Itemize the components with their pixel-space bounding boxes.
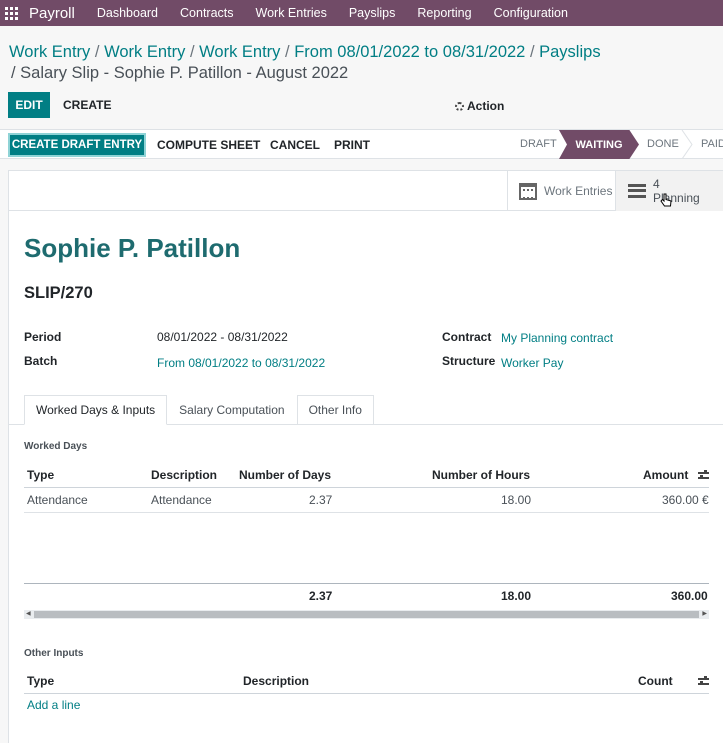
compute-sheet-button[interactable]: COMPUTE SHEET — [157, 138, 260, 152]
add-line-link[interactable]: Add a line — [27, 698, 80, 712]
cell-days: 2.37 — [309, 493, 333, 507]
tab-salary-computation[interactable]: Salary Computation — [167, 395, 296, 425]
column-header[interactable]: Description — [151, 468, 217, 482]
breadcrumb-item[interactable]: Payslips — [539, 43, 600, 61]
tab-worked-days-inputs[interactable]: Worked Days & Inputs — [24, 395, 168, 425]
employee-name: Sophie P. Patillon — [24, 233, 241, 263]
action-label: Action — [467, 99, 505, 113]
worked-days-title: Worked Days — [24, 441, 88, 452]
breadcrumb-item[interactable]: Work Entry — [104, 43, 185, 61]
cancel-button[interactable]: CANCEL — [270, 138, 320, 152]
column-header[interactable]: Count — [638, 674, 673, 688]
cell-type: Attendance — [27, 493, 88, 507]
total-hours: 18.00 — [501, 589, 532, 603]
column-header[interactable]: Number of Hours — [432, 468, 530, 482]
hand-cursor-icon — [660, 193, 672, 207]
scroll-left-icon[interactable]: ◀ — [26, 610, 31, 619]
breadcrumb-item[interactable]: Work Entry — [199, 43, 280, 61]
structure-label: Structure — [442, 354, 496, 368]
tab-other-info[interactable]: Other Info — [296, 395, 374, 425]
print-button[interactable]: PRINT — [334, 138, 370, 152]
nav-contracts[interactable]: Contracts — [180, 6, 234, 20]
stage-waiting[interactable]: WAITING — [559, 130, 639, 159]
breadcrumb: Work Entry / Work Entry / Work Entry / F… — [9, 43, 601, 61]
stage-separator — [681, 130, 693, 159]
optional-columns-icon[interactable] — [698, 676, 709, 686]
header-divider — [24, 487, 709, 488]
stage-paid[interactable]: PAID — [701, 138, 723, 150]
optional-columns-icon[interactable] — [698, 470, 709, 480]
action-menu-button[interactable]: Action — [455, 99, 504, 113]
top-navbar: Payroll Dashboard Contracts Work Entries… — [0, 0, 723, 26]
status-bar: CREATE DRAFT ENTRY COMPUTE SHEET CANCEL … — [0, 129, 723, 159]
stage-done[interactable]: DONE — [647, 138, 679, 150]
slip-reference: SLIP/270 — [24, 284, 93, 302]
cell-amount: 360.00 € — [662, 493, 709, 507]
work-entries-button[interactable]: Work Entries — [507, 171, 615, 211]
nav-configuration[interactable]: Configuration — [494, 6, 568, 20]
scroll-right-icon[interactable]: ▶ — [702, 610, 707, 619]
period-label: Period — [24, 330, 62, 344]
column-header[interactable]: Amount — [643, 468, 688, 482]
batch-link[interactable]: From 08/01/2022 to 08/31/2022 — [157, 356, 325, 370]
column-header[interactable]: Type — [27, 674, 54, 688]
nav-work-entries[interactable]: Work Entries — [256, 6, 327, 20]
planning-count: 4 — [653, 177, 660, 191]
breadcrumb-current: / Salary Slip - Sophie P. Patillon - Aug… — [11, 64, 349, 82]
structure-link[interactable]: Worker Pay — [501, 356, 563, 370]
nav-payslips[interactable]: Payslips — [349, 6, 396, 20]
nav-dashboard[interactable]: Dashboard — [97, 6, 158, 20]
column-header[interactable]: Number of Days — [239, 468, 331, 482]
contract-link[interactable]: My Planning contract — [501, 331, 613, 345]
form-sheet: Work Entries 4 Planning Sophie P. Patill… — [8, 170, 723, 743]
scrollbar-thumb[interactable] — [34, 611, 699, 618]
create-button[interactable]: CREATE — [63, 98, 111, 112]
smart-button-box: Work Entries 4 Planning — [9, 171, 723, 211]
horizontal-scrollbar[interactable]: ◀ ▶ — [24, 610, 709, 619]
list-icon — [628, 184, 646, 198]
calendar-icon — [519, 182, 537, 200]
nav-reporting[interactable]: Reporting — [417, 6, 471, 20]
period-value[interactable]: 08/01/2022 - 08/31/2022 — [157, 330, 288, 344]
other-inputs-title: Other Inputs — [24, 648, 84, 659]
header-divider — [24, 693, 709, 694]
work-entries-label: Work Entries — [544, 184, 613, 198]
total-days: 2.37 — [309, 589, 333, 603]
gear-icon — [455, 101, 464, 111]
edit-button[interactable]: EDIT — [8, 92, 50, 118]
footer-divider — [24, 583, 709, 584]
total-amount: 360.00 — [671, 589, 708, 603]
apps-menu-icon[interactable] — [5, 6, 19, 20]
stage-draft[interactable]: DRAFT — [520, 138, 557, 150]
cell-description: Attendance — [151, 493, 212, 507]
batch-label: Batch — [24, 354, 58, 368]
breadcrumb-item[interactable]: From 08/01/2022 to 08/31/2022 — [294, 43, 525, 61]
contract-label: Contract — [442, 330, 492, 344]
breadcrumb-item[interactable]: Work Entry — [9, 43, 90, 61]
column-header[interactable]: Type — [27, 468, 54, 482]
column-header[interactable]: Description — [243, 674, 309, 688]
row-divider — [24, 512, 709, 513]
notebook-tabs: Worked Days & Inputs Salary Computation … — [24, 395, 374, 425]
cell-hours: 18.00 — [501, 493, 532, 507]
create-draft-entry-button[interactable]: CREATE DRAFT ENTRY — [8, 133, 146, 157]
app-name[interactable]: Payroll — [29, 5, 75, 22]
